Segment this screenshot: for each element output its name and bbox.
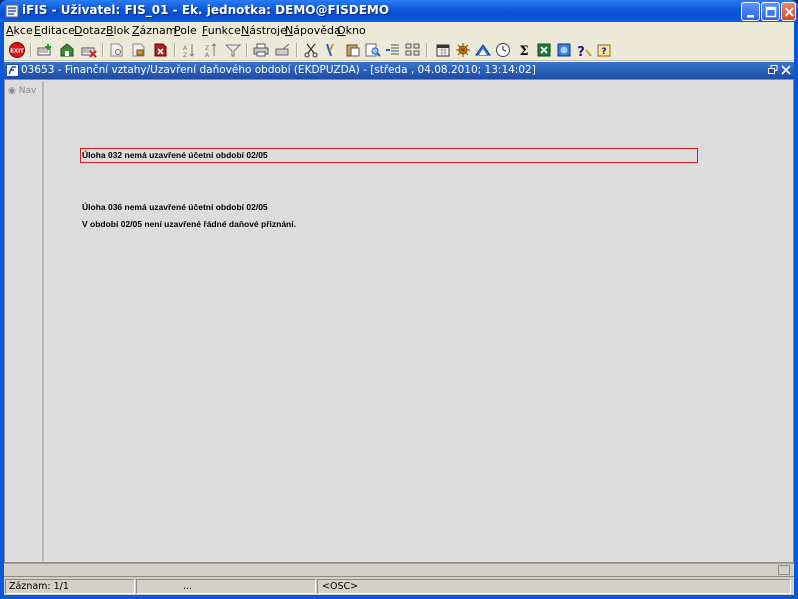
find-icon[interactable] <box>364 41 382 59</box>
status-indicator <box>778 565 790 575</box>
clock-icon[interactable] <box>494 41 512 59</box>
status-field: ... <box>136 579 316 594</box>
form-body: ◉ Nav Úloha 032 nemá uzavřené účetní obd… <box>4 79 794 563</box>
title-bar[interactable]: iFIS - Uživatel: FIS_01 - Ek. jednotka: … <box>0 0 798 22</box>
app-icon <box>5 4 19 18</box>
export-icon[interactable] <box>274 41 292 59</box>
nav-text: Nav <box>18 86 37 96</box>
excel-icon[interactable] <box>535 41 553 59</box>
web-icon[interactable] <box>555 41 573 59</box>
menu-napoveda[interactable]: Nápověda <box>285 24 341 37</box>
nav-icon: ◉ <box>8 86 16 96</box>
menu-bar: Akce Editace Dotaz Blok Záznam Pole Funk… <box>4 22 794 39</box>
message-highlight[interactable]: Úloha 032 nemá uzavřené účetní období 02… <box>80 148 698 163</box>
svg-text:A: A <box>205 52 210 59</box>
toolbar-separator <box>426 43 428 57</box>
minimize-icon <box>747 15 754 18</box>
status-bar: Záznam: 1/1 ... <OSC> <box>4 576 794 595</box>
nav-label: ◉ Nav <box>8 86 36 96</box>
restore-icon[interactable] <box>767 64 779 76</box>
copy-icon[interactable] <box>322 41 340 59</box>
message-line: Úloha 036 nemá uzavřené účetní období 02… <box>82 202 268 212</box>
remove-icon[interactable] <box>152 41 170 59</box>
menu-dotaz[interactable]: Dotaz <box>74 24 106 37</box>
sort-desc-icon[interactable]: ZA <box>202 41 220 59</box>
record-counter: Záznam: 1/1 <box>9 581 69 592</box>
exit-label: EXIT <box>10 49 24 55</box>
toolbar-separator <box>102 43 104 57</box>
app-client: Akce Editace Dotaz Blok Záznam Pole Funk… <box>4 22 794 595</box>
svg-text:Z: Z <box>205 45 209 52</box>
toolbar-separator <box>296 43 298 57</box>
help-context-icon[interactable]: ? <box>595 41 613 59</box>
paste-icon[interactable] <box>344 41 362 59</box>
menu-editace[interactable]: Editace <box>34 24 75 37</box>
form-title: 03653 - Finanční vztahy/Uzavření daňovéh… <box>21 64 536 76</box>
status-bar-upper <box>4 563 794 576</box>
menu-okno[interactable]: Okno <box>337 24 366 37</box>
sum-symbol: Σ <box>519 44 528 59</box>
print-preview-icon[interactable] <box>108 41 126 59</box>
toolbar: EXIT AZ Z A Σ ? ? <box>4 39 794 61</box>
cut-icon[interactable] <box>302 41 320 59</box>
form-title-bar[interactable]: 03653 - Finanční vztahy/Uzavření daňovéh… <box>4 62 794 79</box>
sort-asc-icon[interactable]: AZ <box>180 41 198 59</box>
toolbar-separator <box>30 43 32 57</box>
menu-zaznam[interactable]: Záznam <box>132 24 177 37</box>
message-line: Úloha 032 nemá uzavřené účetní období 02… <box>82 150 268 160</box>
minimize-button[interactable] <box>741 2 760 21</box>
exit-icon[interactable]: EXIT <box>8 41 26 59</box>
close-icon <box>784 7 794 17</box>
menu-pole[interactable]: Pole <box>174 24 197 37</box>
close-button[interactable] <box>781 2 796 21</box>
menu-funkce[interactable]: Funkce <box>202 24 241 37</box>
calendar-icon[interactable] <box>434 41 452 59</box>
window-title: iFIS - Uživatel: FIS_01 - Ek. jednotka: … <box>22 3 390 17</box>
print-icon[interactable] <box>252 41 270 59</box>
menu-blok[interactable]: Blok <box>106 24 130 37</box>
chart-icon[interactable] <box>474 41 492 59</box>
help-icon[interactable]: ? <box>575 41 593 59</box>
svg-text:Z: Z <box>183 52 187 59</box>
tree-icon[interactable] <box>404 41 422 59</box>
message-area: Úloha 032 nemá uzavřené účetní období 02… <box>46 81 791 561</box>
sum-icon[interactable]: Σ <box>515 41 533 59</box>
app-window: iFIS - Uživatel: FIS_01 - Ek. jednotka: … <box>0 0 798 599</box>
list-icon[interactable] <box>384 41 402 59</box>
nav-panel[interactable]: ◉ Nav <box>6 81 44 561</box>
filter-icon[interactable] <box>224 41 242 59</box>
toolbar-separator <box>246 43 248 57</box>
maximize-button[interactable] <box>761 2 780 21</box>
help-symbol: ? <box>577 45 585 59</box>
maximize-icon <box>765 6 777 18</box>
form-icon <box>6 64 19 77</box>
help-context-symbol: ? <box>601 47 606 57</box>
mode-indicator: <OSC> <box>322 581 359 592</box>
mode-field: <OSC> <box>317 579 791 594</box>
delete-record-icon[interactable] <box>80 41 98 59</box>
new-record-icon[interactable] <box>36 41 54 59</box>
menu-akce[interactable]: Akce <box>6 24 33 37</box>
toolbar-separator <box>174 43 176 57</box>
menu-nastroje[interactable]: Nástroje <box>241 24 287 37</box>
lock-icon[interactable] <box>130 41 148 59</box>
settings-icon[interactable] <box>454 41 472 59</box>
message-line: V období 02/05 není uzavřené řádné daňov… <box>82 219 296 229</box>
svg-text:A: A <box>183 45 188 52</box>
record-field: Záznam: 1/1 <box>5 579 135 594</box>
save-icon[interactable] <box>58 41 76 59</box>
form-close-icon[interactable] <box>780 64 792 76</box>
status-dots: ... <box>183 581 193 592</box>
